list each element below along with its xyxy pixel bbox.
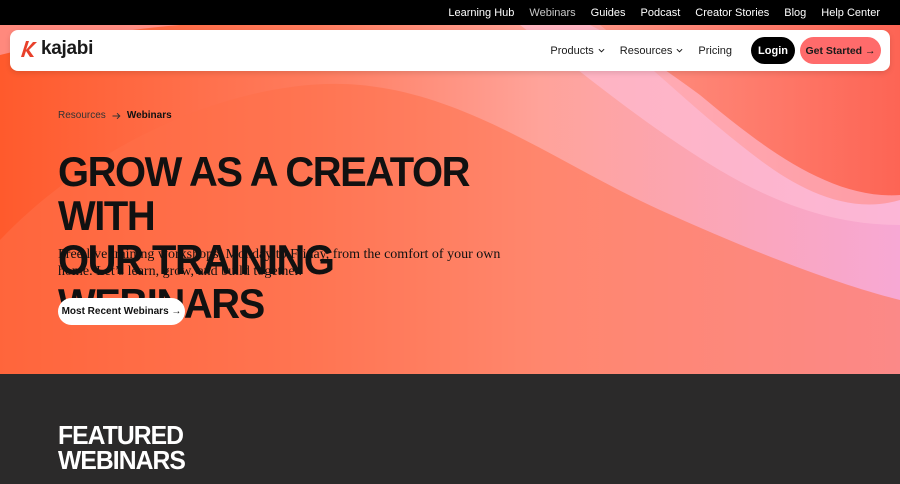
kajabi-logo[interactable]: kajabi xyxy=(20,38,93,60)
nav-resources-label: Resources xyxy=(619,44,673,57)
top-utility-bar: Learning Hub Webinars Guides Podcast Cre… xyxy=(0,0,900,25)
main-navigation: kajabi Products Resources Pricing Login … xyxy=(10,30,890,71)
kajabi-logo-icon xyxy=(21,41,37,57)
login-button[interactable]: Login xyxy=(751,37,795,64)
arrow-right-icon xyxy=(112,112,121,119)
nav-products-dropdown[interactable]: Products xyxy=(550,44,605,57)
featured-heading-line-2: WEBINARS xyxy=(58,445,186,475)
breadcrumb-resources-link[interactable]: Resources xyxy=(58,110,106,121)
utility-links: Learning Hub Webinars Guides Podcast Cre… xyxy=(448,0,880,25)
utility-link-guides[interactable]: Guides xyxy=(591,7,626,19)
nav-products-label: Products xyxy=(550,44,594,57)
utility-link-learning-hub[interactable]: Learning Hub xyxy=(448,7,514,19)
nav-pricing-label: Pricing xyxy=(698,44,732,57)
hero-subtitle: Free live training workshops, Monday to … xyxy=(58,247,501,279)
breadcrumb: Resources Webinars xyxy=(58,110,172,121)
nav-resources-dropdown[interactable]: Resources xyxy=(620,45,684,57)
utility-link-blog[interactable]: Blog xyxy=(784,7,806,19)
page-title-line-1: GROW AS A CREATOR WITH xyxy=(58,148,470,239)
primary-nav-links: Products Resources Pricing xyxy=(550,30,732,71)
utility-link-podcast[interactable]: Podcast xyxy=(641,7,681,19)
breadcrumb-current: Webinars xyxy=(126,110,172,121)
most-recent-webinars-button[interactable]: Most Recent Webinars → xyxy=(58,298,185,325)
chevron-down-icon xyxy=(598,48,605,53)
brand-name: kajabi xyxy=(41,38,94,59)
chevron-down-icon xyxy=(676,48,683,53)
get-started-button[interactable]: Get Started → xyxy=(800,37,881,64)
utility-link-webinars[interactable]: Webinars xyxy=(529,7,575,19)
utility-link-help-center[interactable]: Help Center xyxy=(821,7,880,19)
nav-pricing-link[interactable]: Pricing xyxy=(698,45,732,57)
utility-link-creator-stories[interactable]: Creator Stories xyxy=(695,7,769,19)
featured-webinars-heading: FEATURED WEBINARS xyxy=(58,422,186,475)
